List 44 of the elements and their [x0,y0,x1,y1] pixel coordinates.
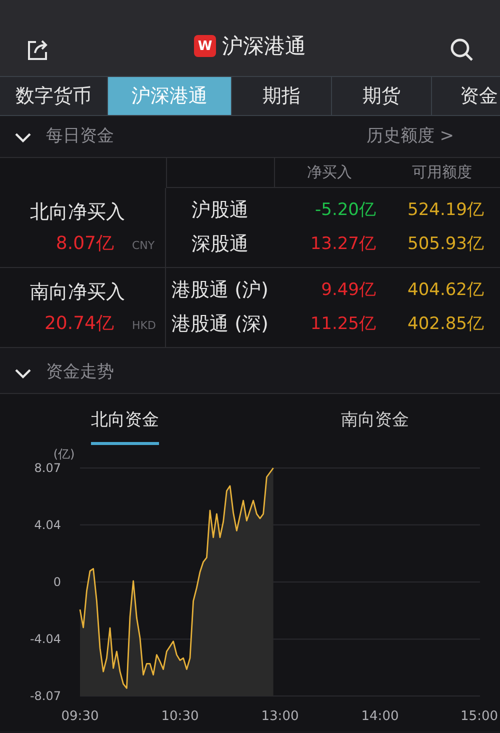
channel-name: 深股通 [190,232,250,258]
channel-name: 沪股通 [190,198,250,224]
axis-unit-label: (亿) [53,447,75,461]
x-tick-label: 14:00 [361,709,399,724]
x-tick-label: 10:30 [161,709,199,724]
y-tick-label: -4.04 [30,632,61,646]
page-title: 沪深港通 [222,32,306,60]
net-amount: 20.74亿 [43,312,114,336]
channel-name: 港股通 (深) [170,312,270,338]
net-buy-value: 11.25亿 [309,312,377,336]
y-tick-label: 0 [53,575,61,589]
history-link[interactable]: 历史额度 > [366,124,454,150]
net-amount: 8.07亿 [54,232,114,256]
net-buy-value: 13.27亿 [309,232,377,256]
group-label: 南向净买入 [30,280,125,305]
currency-label: HKD [132,318,156,334]
quota-value: 524.19亿 [406,198,485,222]
chevron-down-icon[interactable] [14,366,32,378]
share-icon[interactable] [26,38,50,62]
search-icon[interactable] [450,38,474,62]
quota-value: 505.93亿 [406,232,485,256]
app-logo: W [194,35,216,58]
column-header: 可用额度 [411,162,474,184]
y-tick-label: 8.07 [34,461,61,475]
x-tick-label: 15:00 [460,709,498,724]
channel-name: 港股通 (沪) [170,278,270,304]
chart-tab[interactable]: 南向资金 [341,408,409,444]
net-buy-value: 9.49亿 [320,278,377,302]
currency-label: CNY [132,238,155,254]
net-buy-value: -5.20亿 [314,198,377,222]
x-tick-label: 09:30 [61,709,99,724]
group-label: 北向净买入 [30,200,125,225]
section-title: 每日资金 [46,124,114,148]
y-tick-label: 4.04 [34,518,61,532]
column-header: 净买入 [306,162,353,184]
section-title: 资金走势 [46,360,114,384]
category-tab[interactable]: 资金 [432,77,500,115]
quota-value: 404.62亿 [406,278,485,302]
chevron-down-icon[interactable] [14,130,32,142]
quota-value: 402.85亿 [406,312,485,336]
category-tab[interactable]: 期指 [232,77,332,115]
category-tab[interactable]: 期货 [332,77,432,115]
y-tick-label: -8.07 [30,689,61,703]
x-tick-label: 13:00 [261,709,299,724]
